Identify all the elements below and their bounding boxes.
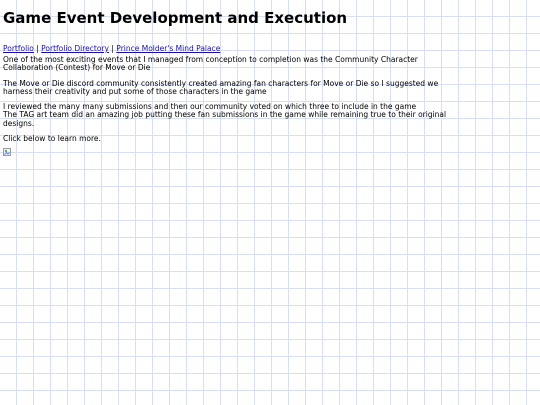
community-paragraph: The Move or Die discord community consis… bbox=[3, 78, 439, 96]
learn-more-paragraph: Click below to learn more. bbox=[3, 134, 101, 144]
nav-link-portfolio-directory[interactable]: Portfolio Directory bbox=[41, 44, 109, 53]
nav-separator: | bbox=[111, 44, 114, 53]
intro-paragraph: One of the most exciting events that I m… bbox=[3, 55, 418, 73]
voting-paragraph: I reviewed the many many submissions and… bbox=[3, 103, 465, 128]
page: Game Event Development and Execution Por… bbox=[0, 0, 540, 405]
nav-link-mind-palace[interactable]: Prince Molder's Mind Palace bbox=[116, 44, 220, 53]
nav-link-portfolio[interactable]: Portfolio bbox=[3, 44, 34, 53]
page-title: Game Event Development and Execution bbox=[3, 9, 348, 27]
breadcrumb-nav: Portfolio | Portfolio Directory | Prince… bbox=[3, 44, 537, 53]
nav-separator: | bbox=[36, 44, 39, 53]
broken-image-icon[interactable] bbox=[3, 148, 12, 157]
art-team-line: The TAG art team did an amazing job putt… bbox=[3, 110, 447, 128]
broken-image-icon-graphic bbox=[3, 148, 11, 157]
